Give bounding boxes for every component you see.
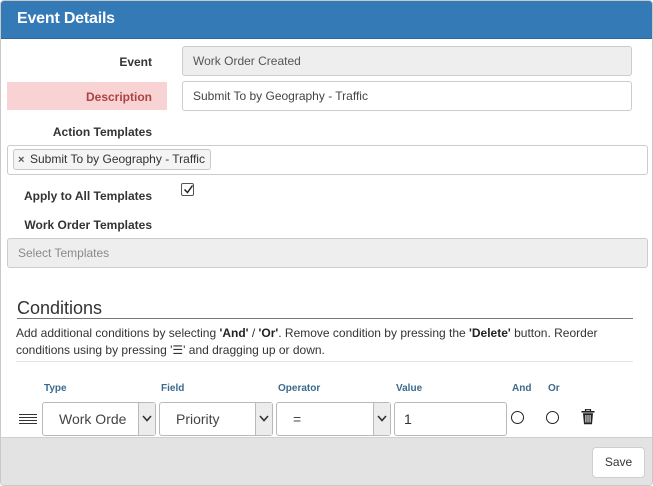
column-label-operator: Operator (278, 383, 321, 394)
action-template-tag: × Submit To by Geography - Traffic (13, 149, 211, 170)
help-text-and: 'And' (219, 326, 249, 340)
description-label: Description (85, 90, 152, 104)
work-order-templates-label: Work Order Templates (24, 218, 152, 232)
action-templates-label: Action Templates (52, 125, 152, 139)
conditions-divider (17, 318, 633, 319)
column-label-or: Or (548, 383, 560, 394)
conditions-title: Conditions (17, 298, 103, 318)
drag-handle-icon[interactable] (19, 414, 37, 426)
operator-select-value: = (293, 411, 302, 427)
type-select-value: Work Orde (59, 411, 127, 427)
event-field: Work Order Created (182, 46, 632, 76)
chevron-down-icon (377, 415, 387, 422)
conditions-help-text: Add additional conditions by selecting '… (16, 325, 636, 359)
and-radio[interactable] (511, 411, 524, 424)
column-label-field: Field (161, 383, 185, 394)
dialog-header: Event Details (1, 1, 652, 39)
dialog-footer (1, 437, 652, 485)
operator-select-arrow[interactable] (373, 403, 390, 435)
help-divider (16, 361, 633, 362)
help-text-handle-glyph: ☰ (172, 343, 184, 357)
tag-remove-icon[interactable]: × (18, 151, 28, 170)
work-order-templates-select[interactable]: Select Templates (7, 238, 648, 268)
help-text-part: Add additional conditions by selecting (16, 326, 220, 340)
tag-label: Submit To by Geography - Traffic (30, 152, 205, 166)
apply-all-checkbox[interactable] (181, 183, 194, 196)
column-label-type: Type (44, 383, 67, 394)
event-label: Event (119, 55, 152, 69)
trash-icon[interactable] (581, 408, 595, 425)
column-label-value: Value (396, 383, 423, 394)
field-select[interactable]: Priority (159, 402, 273, 436)
field-select-value: Priority (176, 411, 220, 427)
column-label-and: And (512, 383, 532, 394)
apply-all-label: Apply to All Templates (23, 189, 152, 203)
operator-select[interactable]: = (276, 402, 391, 436)
dialog-title: Event Details (17, 10, 115, 27)
description-field[interactable]: Submit To by Geography - Traffic (182, 81, 632, 111)
value-input[interactable]: 1 (394, 402, 507, 436)
help-text-or: 'Or' (258, 326, 279, 340)
or-radio[interactable] (546, 411, 559, 424)
checkmark-icon (183, 185, 194, 194)
type-select-arrow[interactable] (138, 403, 155, 435)
help-text-delete: 'Delete' (469, 326, 511, 340)
help-text-part: / (248, 326, 259, 340)
event-details-dialog: Event Details Event Work Order Created D… (0, 0, 653, 486)
chevron-down-icon (142, 415, 152, 422)
help-text-part: . Remove condition by pressing the (278, 326, 470, 340)
save-button[interactable]: Save (592, 447, 645, 478)
help-text-part: ' and dragging up or down. (183, 343, 325, 357)
chevron-down-icon (259, 415, 269, 422)
type-select[interactable]: Work Orde (42, 402, 156, 436)
field-select-arrow[interactable] (255, 403, 272, 435)
